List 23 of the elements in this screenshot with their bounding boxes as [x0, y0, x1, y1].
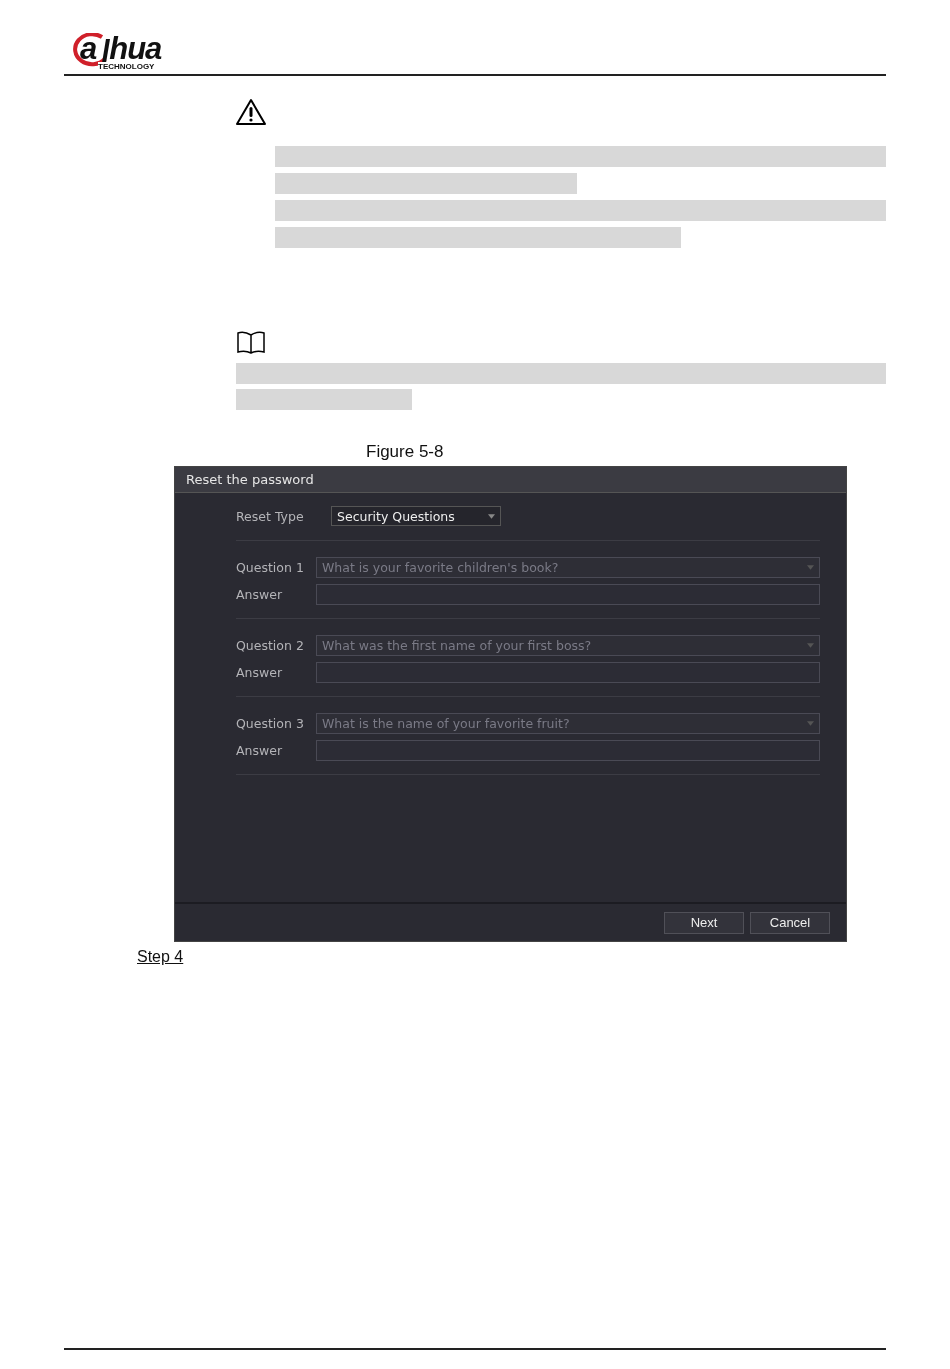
caret-icon [807, 565, 814, 570]
field-label: Question 1 [236, 560, 305, 575]
field-label: Question 3 [236, 716, 305, 731]
answer-field[interactable] [316, 584, 820, 605]
dialog-button[interactable]: Cancel [750, 911, 830, 934]
book-icon [236, 331, 266, 355]
caret-icon [807, 721, 814, 726]
field-label: Reset Type [236, 508, 305, 524]
caret-icon [807, 643, 814, 648]
warning-icon [235, 98, 267, 126]
answer-field[interactable] [316, 662, 820, 683]
step-label: Step 4 [137, 948, 184, 966]
field-label: Answer [236, 587, 284, 602]
caret-icon [488, 513, 495, 519]
figure-caption: Figure 5-8 [366, 442, 445, 462]
reset-type-dropdown[interactable]: Security Questions [331, 506, 501, 526]
field-label: Answer [236, 743, 284, 758]
dialog-button[interactable]: Next [664, 911, 744, 934]
field-label: Question 2 [236, 638, 305, 653]
company-logo: a hua TECHNOLOGY [74, 32, 162, 70]
dialog-title: Reset the password [175, 467, 846, 493]
field-label: Answer [236, 665, 284, 680]
answer-field[interactable] [316, 740, 820, 761]
